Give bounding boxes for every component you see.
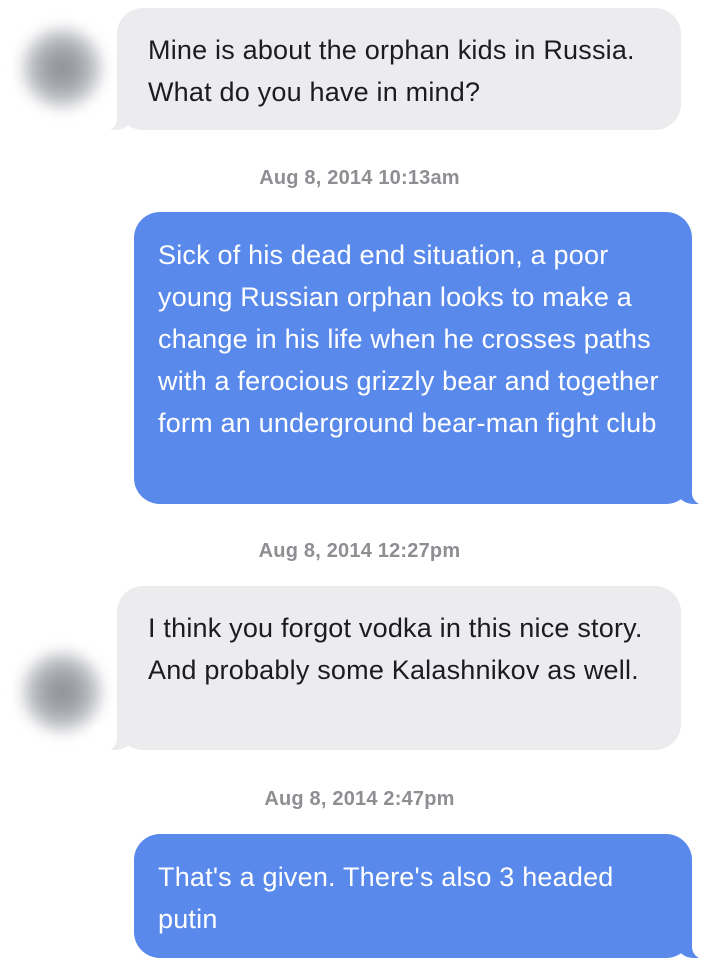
message-text: Sick of his dead end situation, a poor y…	[158, 240, 659, 438]
message-timestamp: Aug 8, 2014 2:47pm	[264, 788, 455, 810]
incoming-message-bubble[interactable]: I think you forgot vodka in this nice st…	[95, 586, 681, 751]
message-timestamp: Aug 8, 2014 12:27pm	[258, 540, 461, 562]
message-thread: Mine is about the orphan kids in Russia.…	[0, 0, 719, 970]
message-timestamp: Aug 8, 2014 10:13am	[259, 167, 460, 189]
contact-avatar[interactable]	[22, 652, 102, 732]
outgoing-message-bubble[interactable]: That's a given. There's also 3 headed pu…	[134, 834, 714, 959]
incoming-message-bubble[interactable]: Mine is about the orphan kids in Russia.…	[95, 8, 681, 131]
message-text: That's a given. There's also 3 headed pu…	[158, 862, 614, 934]
message-text: I think you forgot vodka in this nice st…	[148, 613, 643, 685]
message-text: Mine is about the orphan kids in Russia.…	[148, 35, 635, 107]
outgoing-message-bubble[interactable]: Sick of his dead end situation, a poor y…	[134, 212, 714, 505]
contact-avatar[interactable]	[22, 28, 102, 108]
